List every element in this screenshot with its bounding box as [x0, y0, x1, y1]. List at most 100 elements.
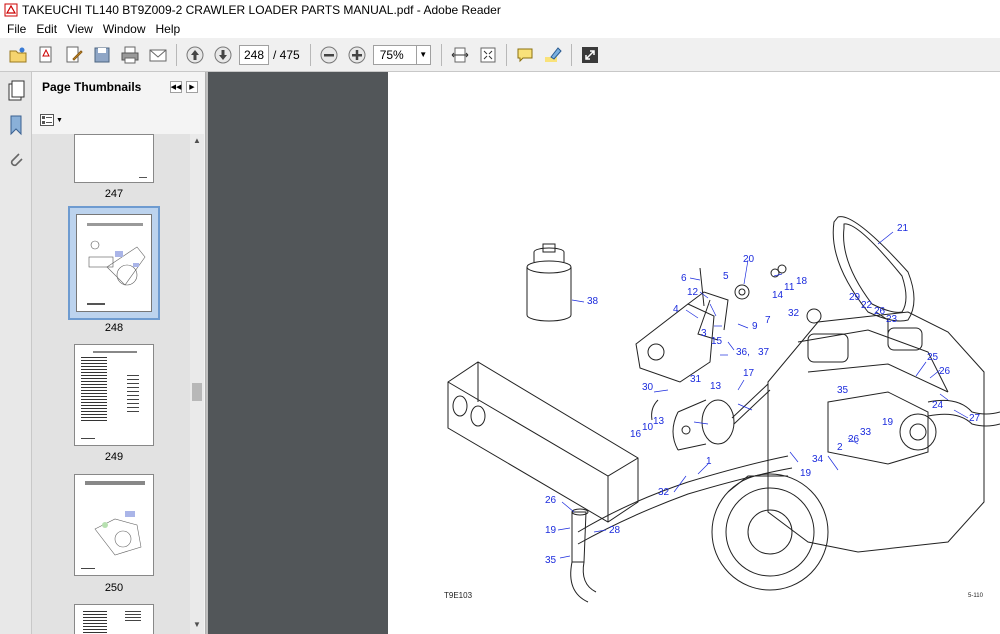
fit-page-icon — [480, 47, 496, 62]
scroll-up-icon[interactable]: ▲ — [193, 136, 201, 145]
edit-pdf-button[interactable] — [62, 43, 86, 67]
menu-help[interactable]: Help — [151, 22, 186, 36]
callout-label: 21 — [897, 223, 909, 234]
callout-label: 19 — [800, 468, 812, 479]
next-page-button[interactable] — [211, 43, 235, 67]
thumbnail-page[interactable] — [74, 474, 154, 576]
callout-label: 14 — [772, 290, 784, 301]
callout-label: 22 — [861, 300, 873, 311]
callout-label: 20 — [743, 254, 755, 265]
plus-icon — [348, 46, 366, 63]
callout-label: 32 — [658, 487, 670, 498]
collapse-left-icon[interactable]: ◀◀ — [170, 81, 182, 93]
callout-label: 5 — [723, 271, 729, 282]
highlight-button[interactable] — [541, 43, 565, 67]
callout-label: 26 — [939, 366, 951, 377]
callout-label: 27 — [969, 413, 981, 424]
callout-label: 36, — [736, 347, 750, 358]
callout-label: 26 — [874, 306, 886, 317]
envelope-icon — [149, 49, 167, 61]
toolbar-separator — [309, 43, 311, 66]
document-page[interactable]: 38 20 21 6 5 12 18 11 14 4 9 7 3 15 29 2… — [388, 72, 1000, 634]
email-button[interactable] — [146, 43, 170, 67]
toolbar-separator — [176, 43, 177, 66]
thumbnails-scrollbar[interactable]: ▲ ▼ — [190, 134, 204, 634]
callout-label: 7 — [765, 315, 771, 326]
page-thumbnails-icon[interactable] — [6, 80, 26, 102]
thumbnail-page[interactable] — [74, 344, 154, 446]
callout-label: 35 — [837, 385, 849, 396]
callout-label: 3 — [701, 328, 707, 339]
save-button[interactable] — [90, 43, 114, 67]
full-screen-button[interactable] — [578, 43, 602, 67]
callout-label: 19 — [545, 525, 557, 536]
options-icon — [40, 114, 54, 126]
thumbnail-page[interactable] — [74, 604, 154, 634]
menu-edit[interactable]: Edit — [31, 22, 62, 36]
zoom-out-button[interactable] — [317, 43, 341, 67]
zoom-input[interactable]: 75% — [372, 44, 417, 65]
window-title: TAKEUCHI TL140 BT9Z009-2 CRAWLER LOADER … — [22, 3, 501, 17]
comment-button[interactable] — [513, 43, 537, 67]
scroll-down-icon[interactable]: ▼ — [193, 620, 201, 629]
page-total: / 475 — [273, 47, 300, 62]
save-icon — [94, 47, 110, 62]
callout-label: 13 — [710, 381, 722, 392]
toolbar: 248 / 475 75% ▼ — [0, 38, 1000, 72]
callout-label: 23 — [886, 314, 898, 325]
document-background — [208, 72, 388, 634]
callout-label: 13 — [653, 416, 665, 427]
callout-label: 15 — [711, 336, 723, 347]
thumbnail-label: 249 — [104, 451, 124, 463]
arrow-down-icon — [214, 46, 232, 63]
callout-label: 34 — [812, 454, 824, 465]
callout-label: 28 — [609, 525, 621, 536]
menu-window[interactable]: Window — [98, 22, 151, 36]
adobe-reader-icon — [4, 3, 18, 17]
bookmark-icon[interactable] — [6, 114, 26, 136]
previous-page-button[interactable] — [183, 43, 207, 67]
create-pdf-button[interactable] — [34, 43, 58, 67]
options-button[interactable]: ▼ — [40, 112, 64, 128]
zoom-dropdown-button[interactable]: ▼ — [416, 44, 431, 65]
page-number-input[interactable]: 248 — [239, 44, 269, 65]
highlighter-icon — [544, 46, 562, 62]
toolbar-separator — [505, 43, 507, 66]
expand-icon — [581, 46, 598, 63]
zoom-in-button[interactable] — [345, 43, 369, 67]
thumbnail-page[interactable] — [74, 134, 154, 183]
open-button[interactable] — [6, 43, 30, 67]
callout-label: 11 — [784, 282, 795, 293]
print-button[interactable] — [118, 43, 142, 67]
parts-diagram — [447, 216, 1000, 603]
menu-view[interactable]: View — [62, 22, 98, 36]
thumbnail-page-selected[interactable] — [68, 206, 160, 320]
callout-label: 29 — [849, 292, 861, 303]
callout-label: 33 — [860, 427, 872, 438]
callout-label: 24 — [932, 400, 944, 411]
callout-label: 30 — [642, 382, 654, 393]
callout-label: 2 — [837, 442, 843, 453]
callout-label: 1 — [706, 456, 712, 467]
menu-bar: File Edit View Window Help — [0, 20, 1000, 38]
toolbar-separator — [440, 43, 442, 66]
attachment-icon[interactable] — [6, 150, 26, 172]
scrollbar-thumb[interactable] — [192, 383, 202, 401]
create-pdf-icon — [39, 46, 52, 62]
callout-label: 35 — [545, 555, 557, 566]
chevron-down-icon: ▼ — [56, 116, 63, 124]
collapse-right-icon[interactable]: ▶ — [186, 81, 198, 93]
thumbnail-label: 250 — [104, 582, 124, 594]
fit-page-button[interactable] — [476, 43, 500, 67]
callout-label: 16 — [630, 429, 642, 440]
callout-label: 37 — [758, 347, 770, 358]
menu-file[interactable]: File — [2, 22, 31, 36]
thumbnails-list[interactable]: 247 248 249 250 ▲ ▼ — [32, 134, 204, 634]
callout-label: 6 — [681, 273, 687, 284]
minus-icon — [320, 46, 338, 63]
fit-width-button[interactable] — [448, 43, 472, 67]
callout-label: 12 — [687, 287, 699, 298]
open-icon — [9, 47, 27, 62]
callout-label: 25 — [927, 352, 939, 363]
toolbar-separator — [570, 43, 572, 66]
